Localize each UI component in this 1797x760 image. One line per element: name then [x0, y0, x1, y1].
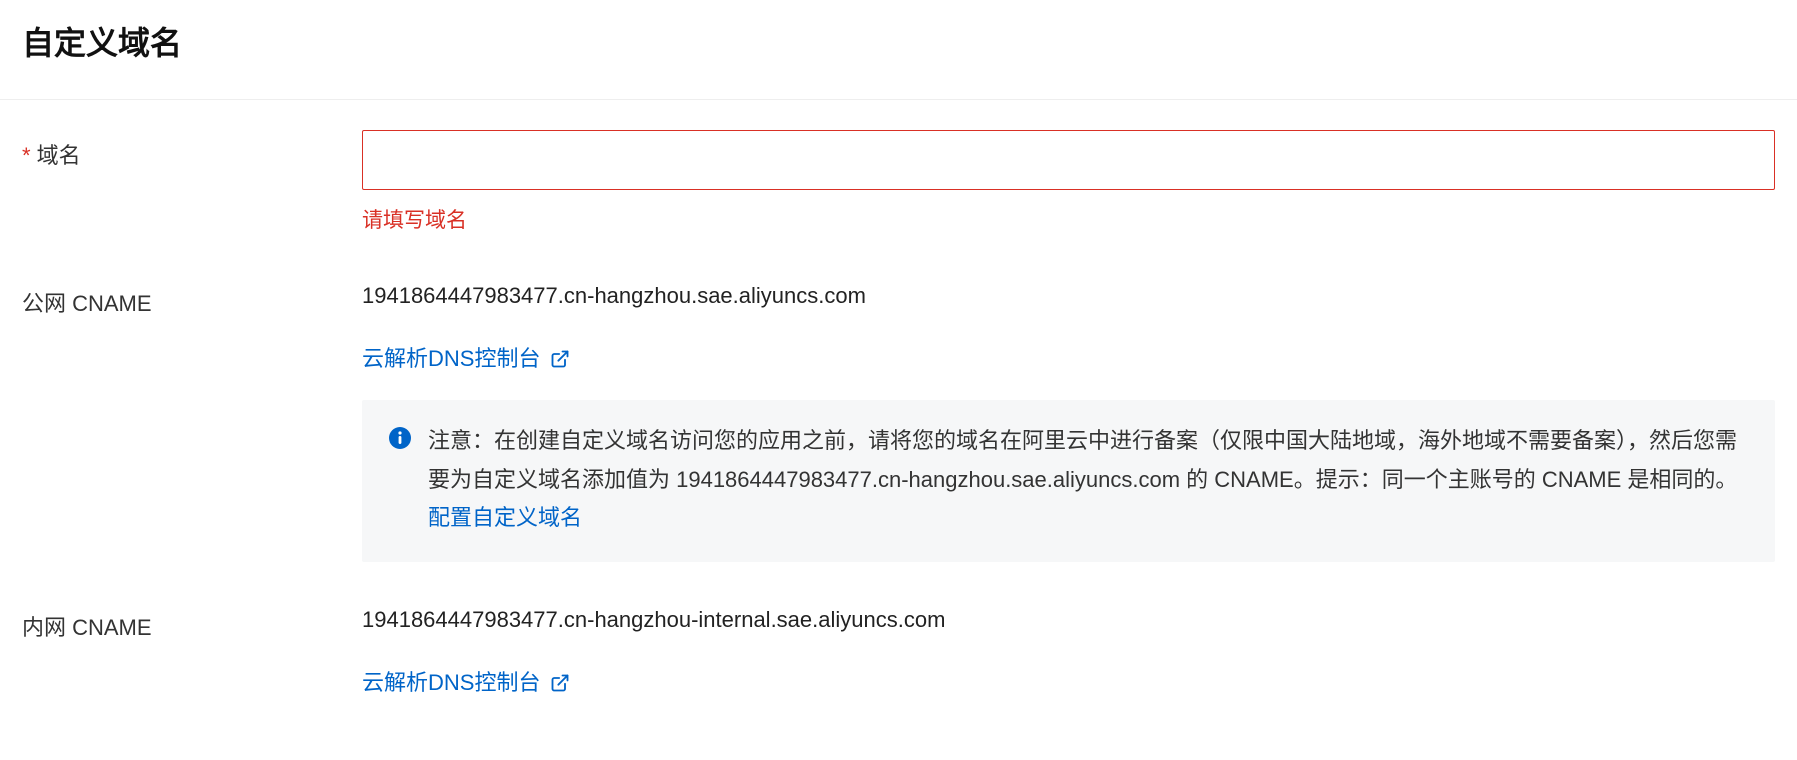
field-internal-cname: 1941864447983477.cn-hangzhou-internal.sa…: [362, 602, 1775, 701]
label-public-cname: 公网 CNAME: [22, 278, 362, 321]
field-public-cname: 1941864447983477.cn-hangzhou.sae.aliyunc…: [362, 278, 1775, 562]
external-link-icon: [550, 349, 570, 369]
internal-cname-value: 1941864447983477.cn-hangzhou-internal.sa…: [362, 602, 1775, 637]
label-domain-text: 域名: [37, 143, 81, 168]
required-star: *: [22, 143, 31, 168]
public-dns-console-link-text: 云解析DNS控制台: [362, 341, 540, 376]
label-internal-cname: 内网 CNAME: [22, 602, 362, 645]
page-title: 自定义域名: [0, 0, 1797, 100]
external-link-icon: [550, 673, 570, 693]
configure-custom-domain-link[interactable]: 配置自定义域名: [428, 505, 582, 530]
domain-error: 请填写域名: [362, 204, 1775, 238]
internal-dns-console-link-text: 云解析DNS控制台: [362, 665, 540, 700]
form-section: *域名 请填写域名 公网 CNAME 1941864447983477.cn-h…: [0, 100, 1797, 760]
public-cname-notice-text: 注意：在创建自定义域名访问您的应用之前，请将您的域名在阿里云中进行备案（仅限中国…: [428, 422, 1749, 538]
public-cname-value: 1941864447983477.cn-hangzhou.sae.aliyunc…: [362, 278, 1775, 313]
field-domain: 请填写域名: [362, 130, 1775, 238]
row-internal-cname: 内网 CNAME 1941864447983477.cn-hangzhou-in…: [22, 602, 1775, 701]
row-domain: *域名 请填写域名: [22, 130, 1775, 238]
row-public-cname: 公网 CNAME 1941864447983477.cn-hangzhou.sa…: [22, 278, 1775, 562]
public-cname-notice: 注意：在创建自定义域名访问您的应用之前，请将您的域名在阿里云中进行备案（仅限中国…: [362, 400, 1775, 562]
public-cname-notice-body: 注意：在创建自定义域名访问您的应用之前，请将您的域名在阿里云中进行备案（仅限中国…: [428, 428, 1737, 492]
label-domain: *域名: [22, 130, 362, 173]
info-icon: [388, 426, 412, 450]
internal-dns-console-link[interactable]: 云解析DNS控制台: [362, 665, 570, 700]
public-dns-console-link[interactable]: 云解析DNS控制台: [362, 341, 570, 376]
domain-input[interactable]: [362, 130, 1775, 190]
